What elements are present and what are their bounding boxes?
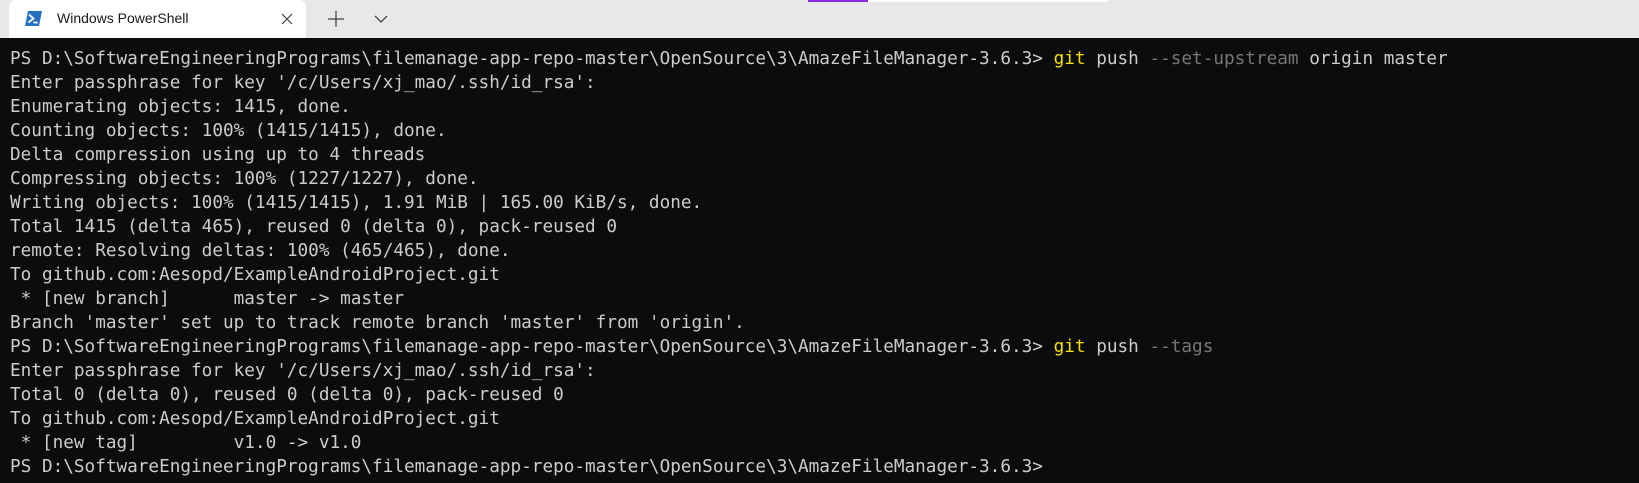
terminal-text: Total 1415 (delta 465), reused 0 (delta … [10,217,617,237]
terminal-text: push [1085,49,1150,69]
terminal-text: origin master [1298,49,1448,69]
terminal-line: PS D:\SoftwareEngineeringPrograms\filema… [10,335,1639,359]
command-name: git [1053,337,1086,357]
terminal-line: remote: Resolving deltas: 100% (465/465)… [10,239,1639,263]
powershell-icon [25,11,42,26]
terminal-line: Counting objects: 100% (1415/1415), done… [10,119,1639,143]
command-name: git [1053,49,1086,69]
terminal-line: Total 1415 (delta 465), reused 0 (delta … [10,215,1639,239]
terminal-text: Delta compression using up to 4 threads [10,145,426,165]
terminal-text: push [1085,337,1150,357]
tab-title: Windows PowerShell [57,10,189,26]
terminal-text: Total 0 (delta 0), reused 0 (delta 0), p… [10,385,564,405]
terminal-text: Enumerating objects: 1415, done. [10,97,351,117]
terminal-line: Enter passphrase for key '/c/Users/xj_ma… [10,71,1639,95]
terminal-line: Branch 'master' set up to track remote b… [10,311,1639,335]
terminal-line: Enter passphrase for key '/c/Users/xj_ma… [10,359,1639,383]
terminal-text: Branch 'master' set up to track remote b… [10,313,745,333]
terminal-line: PS D:\SoftwareEngineeringPrograms\filema… [10,455,1639,479]
terminal-text: * [new branch] master -> master [10,289,405,309]
terminal-text: PS D:\SoftwareEngineeringPrograms\filema… [10,337,1054,357]
terminal-text: PS D:\SoftwareEngineeringPrograms\filema… [10,457,1043,477]
terminal-line: PS D:\SoftwareEngineeringPrograms\filema… [10,47,1639,71]
chevron-down-icon[interactable] [372,10,390,28]
terminal-line: Delta compression using up to 4 threads [10,143,1639,167]
terminal-text: Counting objects: 100% (1415/1415), done… [10,121,447,141]
terminal-text: PS D:\SoftwareEngineeringPrograms\filema… [10,49,1054,69]
terminal-text: Compressing objects: 100% (1227/1227), d… [10,169,479,189]
terminal-output[interactable]: PS D:\SoftwareEngineeringPrograms\filema… [0,38,1639,483]
terminal-text: To github.com:Aesopd/ExampleAndroidProje… [10,409,500,429]
terminal-text: Enter passphrase for key '/c/Users/xj_ma… [10,73,596,93]
terminal-line: Enumerating objects: 1415, done. [10,95,1639,119]
terminal-text: Writing objects: 100% (1415/1415), 1.91 … [10,193,703,213]
terminal-text: To github.com:Aesopd/ExampleAndroidProje… [10,265,500,285]
command-flag: --set-upstream [1149,49,1299,69]
terminal-text: * [new tag] v1.0 -> v1.0 [10,433,362,453]
terminal-text: Enter passphrase for key '/c/Users/xj_ma… [10,361,596,381]
accent-strip-light [868,0,1108,2]
tab-windows-powershell[interactable]: Windows PowerShell [9,0,306,38]
terminal-line: To github.com:Aesopd/ExampleAndroidProje… [10,407,1639,431]
terminal-line: * [new tag] v1.0 -> v1.0 [10,431,1639,455]
terminal-line: * [new branch] master -> master [10,287,1639,311]
terminal-line: To github.com:Aesopd/ExampleAndroidProje… [10,263,1639,287]
terminal-line: Writing objects: 100% (1415/1415), 1.91 … [10,191,1639,215]
terminal-text: remote: Resolving deltas: 100% (465/465)… [10,241,511,261]
command-flag: --tags [1149,337,1214,357]
terminal-line: Total 0 (delta 0), reused 0 (delta 0), p… [10,383,1639,407]
terminal-line: Compressing objects: 100% (1227/1227), d… [10,167,1639,191]
tab-bar: Windows PowerShell [0,0,1639,38]
plus-icon[interactable] [326,9,346,29]
accent-strip [808,0,868,2]
close-icon[interactable] [279,11,295,27]
